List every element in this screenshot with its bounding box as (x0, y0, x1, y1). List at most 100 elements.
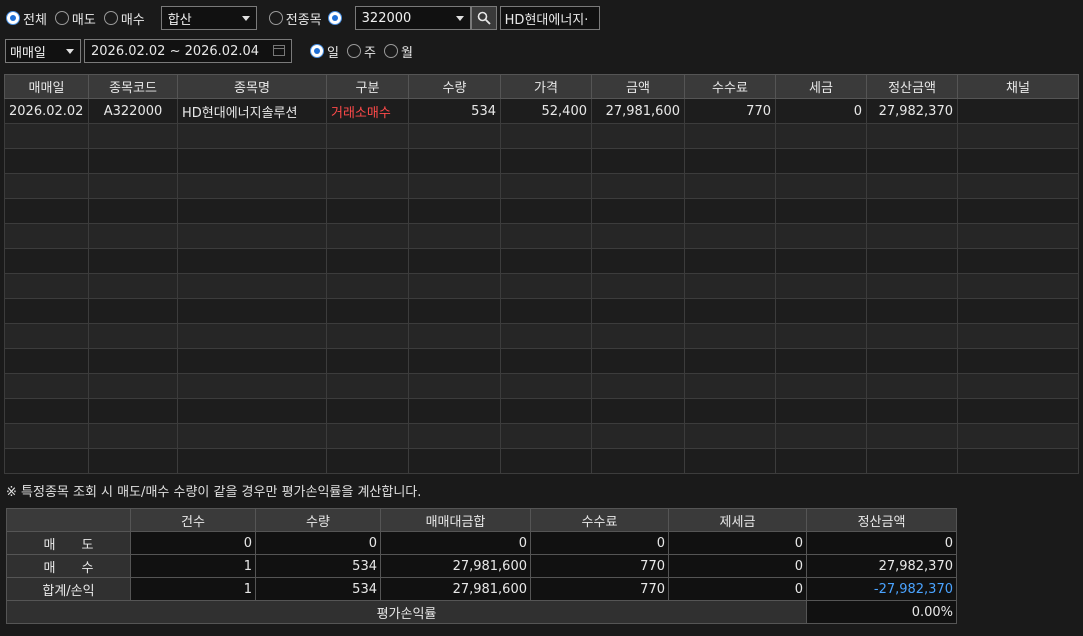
radio-single-stock[interactable] (327, 11, 345, 25)
empty-cell (957, 148, 1079, 174)
summary-row-sell: 매 도 0 0 0 0 0 0 (6, 531, 957, 555)
col-header[interactable]: 가격 (500, 74, 592, 99)
col-header[interactable]: 금액 (591, 74, 685, 99)
summary-col-header: 매매대금합 (380, 508, 531, 532)
table-row-empty[interactable] (4, 298, 1079, 324)
summary-settlement: -27,982,370 (806, 577, 957, 601)
col-header[interactable]: 정산금액 (866, 74, 958, 99)
date-range-value: 2026.02.02 ~ 2026.02.04 (91, 43, 260, 59)
trade-history-grid: 매매일 종목코드 종목명 구분 수량 가격 금액 수수료 세금 정산금액 채널 … (4, 74, 1079, 474)
radio-all[interactable]: 전체 (6, 9, 47, 28)
radio-dot-buy[interactable] (103, 11, 118, 25)
empty-cell (408, 173, 501, 199)
date-range-input[interactable]: 2026.02.02 ~ 2026.02.04 (84, 39, 292, 63)
radio-dot-all[interactable] (6, 11, 20, 25)
col-header[interactable]: 수수료 (684, 74, 776, 99)
table-row-empty[interactable] (4, 198, 1079, 224)
empty-cell (88, 198, 178, 224)
table-row-empty[interactable] (4, 273, 1079, 299)
table-row-empty[interactable] (4, 323, 1079, 349)
empty-cell (684, 398, 776, 424)
empty-cell (957, 423, 1079, 449)
summary-row-label: 매 수 (6, 554, 131, 578)
radio-dot-week[interactable] (346, 44, 361, 58)
empty-cell (4, 423, 89, 449)
empty-cell (500, 273, 592, 299)
col-header[interactable]: 구분 (326, 74, 409, 99)
stock-code-value: 322000 (361, 10, 412, 26)
search-button[interactable] (470, 6, 497, 30)
table-row-empty[interactable] (4, 448, 1079, 474)
date-type-select[interactable]: 매매일 (5, 39, 81, 63)
empty-cell (408, 448, 501, 474)
summary-quantity: 0 (255, 531, 381, 555)
radio-buy[interactable]: 매수 (103, 9, 145, 28)
empty-cell (775, 373, 867, 399)
empty-cell (88, 323, 178, 349)
empty-cell (177, 173, 327, 199)
summary-tax: 0 (668, 554, 807, 578)
radio-dot-all-stocks[interactable] (268, 11, 283, 25)
col-header[interactable]: 매매일 (4, 74, 89, 99)
col-header[interactable]: 세금 (775, 74, 867, 99)
col-header[interactable]: 채널 (957, 74, 1079, 99)
empty-cell (177, 423, 327, 449)
summary-row-rate: 평가손익률 0.00% (6, 600, 957, 624)
radio-dot-day[interactable] (310, 44, 324, 58)
empty-cell (957, 173, 1079, 199)
cell-amount: 27,981,600 (591, 98, 685, 124)
empty-cell (4, 398, 89, 424)
empty-cell (957, 448, 1079, 474)
empty-cell (177, 223, 327, 249)
radio-day[interactable]: 일 (310, 42, 339, 61)
empty-cell (957, 198, 1079, 224)
radio-all-stocks[interactable]: 전종목 (268, 9, 322, 28)
radio-sell[interactable]: 매도 (54, 9, 96, 28)
empty-cell (684, 348, 776, 374)
radio-dot-single-stock[interactable] (327, 11, 342, 25)
empty-cell (408, 398, 501, 424)
stock-name-value: HD현대에너지· (504, 12, 589, 28)
col-header[interactable]: 수량 (408, 74, 501, 99)
table-row-empty[interactable] (4, 248, 1079, 274)
table-row-empty[interactable] (4, 348, 1079, 374)
table-row-empty[interactable] (4, 398, 1079, 424)
calendar-icon[interactable] (273, 45, 285, 56)
col-header[interactable]: 종목코드 (88, 74, 178, 99)
empty-cell (591, 298, 685, 324)
radio-month[interactable]: 월 (383, 42, 413, 61)
cell-trade-kind: 거래소매수 (326, 98, 409, 124)
empty-cell (957, 348, 1079, 374)
empty-cell (326, 348, 409, 374)
summary-table: 건수 수량 매매대금합 수수료 제세금 정산금액 매 도 0 0 0 0 0 0… (6, 508, 957, 624)
radio-dot-month[interactable] (383, 44, 398, 58)
summary-row-total: 합계/손익 1 534 27,981,600 770 0 -27,982,370 (6, 577, 957, 601)
stock-code-input[interactable]: 322000 (354, 6, 471, 30)
table-row-empty[interactable] (4, 223, 1079, 249)
table-row-empty[interactable] (4, 148, 1079, 174)
table-row[interactable]: 2026.02.02 A322000 HD현대에너지솔루션 거래소매수 534 … (4, 98, 1079, 124)
empty-cell (684, 173, 776, 199)
table-row-empty[interactable] (4, 423, 1079, 449)
cell-stock-code: A322000 (88, 98, 178, 124)
empty-cell (866, 123, 958, 149)
radio-week[interactable]: 주 (346, 42, 376, 61)
table-row-empty[interactable] (4, 373, 1079, 399)
col-header[interactable]: 종목명 (177, 74, 327, 99)
empty-cell (591, 348, 685, 374)
empty-cell (500, 323, 592, 349)
empty-cell (408, 423, 501, 449)
empty-cell (775, 223, 867, 249)
sum-mode-select[interactable]: 합산 (160, 6, 257, 30)
summary-col-header: 제세금 (668, 508, 807, 532)
empty-cell (775, 198, 867, 224)
empty-cell (866, 448, 958, 474)
empty-cell (684, 223, 776, 249)
empty-cell (775, 248, 867, 274)
summary-count: 1 (130, 554, 256, 578)
empty-cell (88, 423, 178, 449)
radio-dot-sell[interactable] (54, 11, 69, 25)
cell-price: 52,400 (500, 98, 592, 124)
table-row-empty[interactable] (4, 123, 1079, 149)
table-row-empty[interactable] (4, 173, 1079, 199)
